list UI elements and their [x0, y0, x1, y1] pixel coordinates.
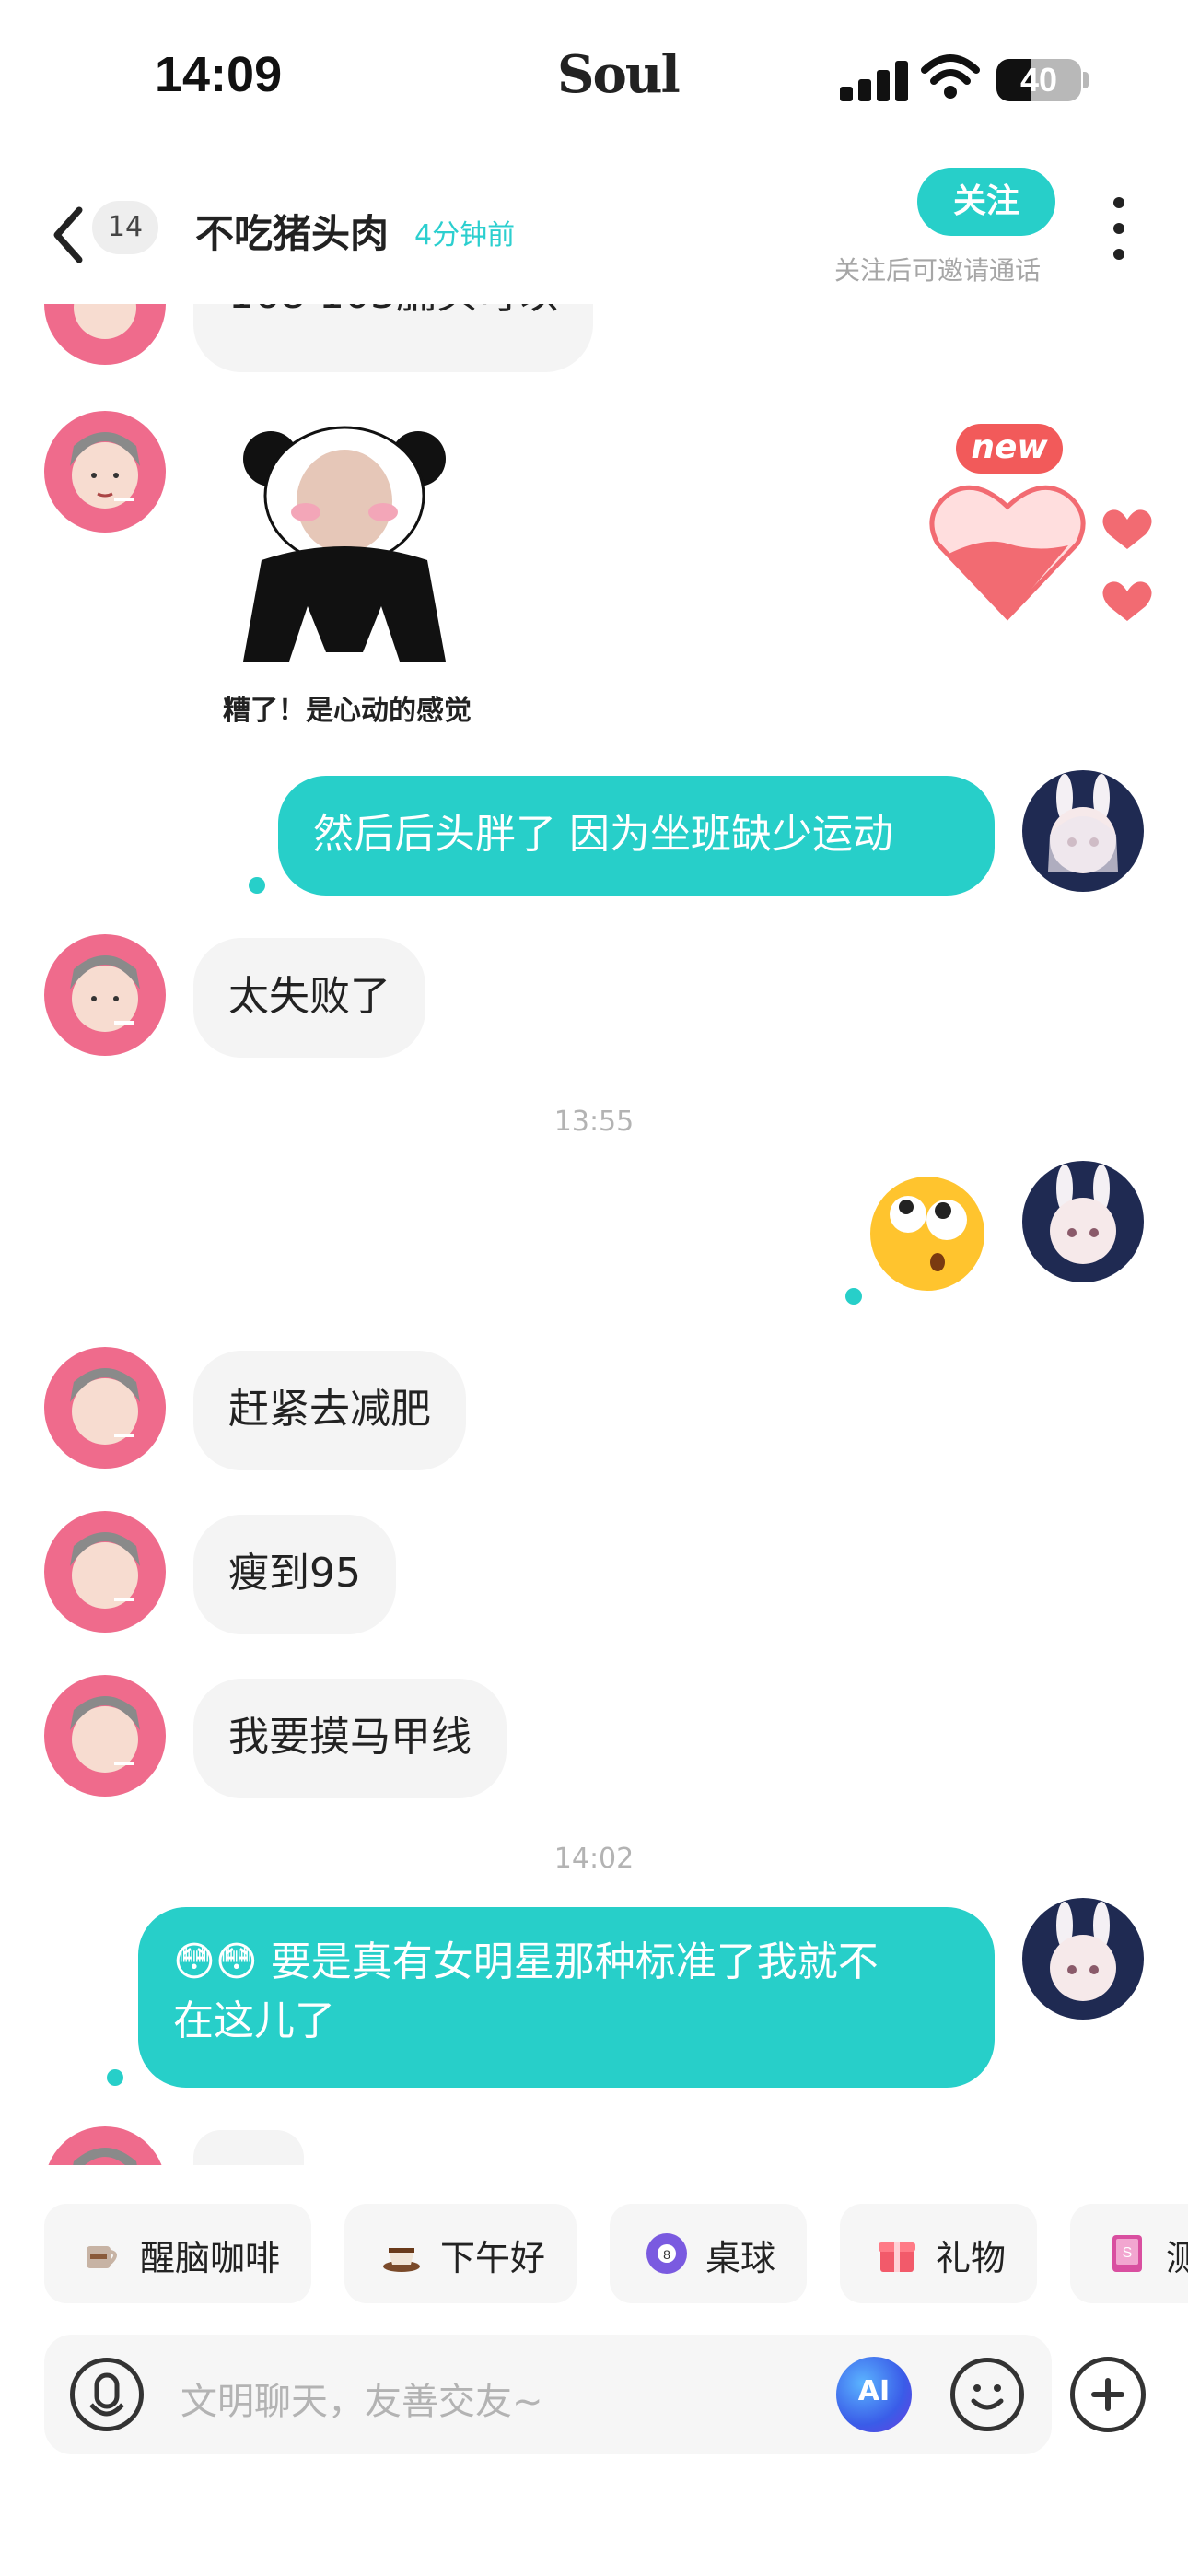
svg-text:S: S: [1123, 2245, 1133, 2261]
quick-reply-chips: 醒脑咖啡 下午好 8 桌球 礼物 S 测: [0, 2204, 1188, 2307]
more-actions-plus-button[interactable]: [1070, 2357, 1146, 2432]
coffee-icon: [87, 2246, 117, 2268]
timestamp-divider: 14:02: [553, 1843, 635, 1875]
message-text: 赶紧去减肥: [228, 1386, 431, 1433]
battery-tip: [1083, 72, 1089, 88]
voice-input-button[interactable]: [70, 2358, 144, 2431]
chip-gift[interactable]: 礼物: [840, 2204, 1037, 2303]
peer-name[interactable]: 不吃猪头肉: [195, 203, 389, 259]
chip-label: 下午好: [440, 2238, 546, 2278]
message-bubble-incoming[interactable]: [193, 2130, 304, 2165]
message-input[interactable]: 文明聊天，友善交友~: [181, 2371, 543, 2425]
peer-avatar[interactable]: [44, 304, 166, 365]
self-avatar[interactable]: [1022, 770, 1144, 892]
message-status-dot: [249, 877, 265, 894]
follow-hint: 关注后可邀请通话: [834, 255, 1042, 286]
peer-avatar[interactable]: [44, 1511, 166, 1633]
follow-button[interactable]: 关注: [917, 168, 1055, 236]
back-button[interactable]: [46, 203, 92, 267]
message-bubble-outgoing[interactable]: 😳😳 要是真有女明星那种标准了我就不 在这儿了: [138, 1907, 995, 2088]
message-text: 我要摸马甲线: [228, 1714, 472, 1761]
gift-icon: [879, 2242, 915, 2272]
unread-count-badge: 14: [92, 201, 158, 254]
chip-billiards[interactable]: 8 桌球: [610, 2204, 807, 2303]
chip-label: 桌球: [705, 2238, 776, 2278]
heart-icon: [929, 486, 1152, 621]
message-bubble-outgoing[interactable]: 然后后头胖了 因为坐班缺少运动: [278, 776, 995, 896]
heartbeat-widget[interactable]: new: [928, 424, 1159, 626]
peer-avatar[interactable]: [44, 1675, 166, 1797]
chip-label: 醒脑咖啡: [140, 2238, 281, 2278]
message-input-bar: 文明聊天，友善交友~ AI: [44, 2335, 1052, 2454]
smiley-icon: [971, 2384, 1004, 2410]
message-text: 168 103脯头可以: [228, 304, 558, 318]
status-time: 14:09: [155, 47, 283, 102]
self-avatar[interactable]: [1022, 1898, 1144, 2020]
sticker-image[interactable]: 糟了！是心动的感觉: [197, 422, 492, 727]
ai-label: AI: [857, 2375, 891, 2407]
book-icon: S: [1112, 2235, 1142, 2272]
peer-avatar[interactable]: [44, 411, 166, 533]
peer-avatar[interactable]: [44, 2126, 166, 2165]
emoji-button[interactable]: [950, 2358, 1024, 2431]
battery-percent: 40: [1019, 61, 1058, 99]
svg-text:8: 8: [663, 2247, 670, 2262]
chip-afternoon[interactable]: 下午好: [344, 2204, 577, 2303]
rolling-eyes-emoji-icon[interactable]: [868, 1174, 987, 1294]
new-badge: new: [956, 424, 1063, 474]
cellular-signal-icon: [840, 59, 908, 101]
panda-sticker-icon: [243, 426, 446, 662]
chip-label: 测: [1166, 2238, 1188, 2278]
timestamp-divider: 13:55: [553, 1106, 635, 1138]
message-text: 太失败了: [228, 973, 390, 1020]
chip-coffee[interactable]: 醒脑咖啡: [44, 2204, 311, 2303]
message-bubble-incoming[interactable]: 我要摸马甲线: [193, 1679, 507, 1798]
peer-avatar[interactable]: [44, 934, 166, 1056]
message-bubble-incoming[interactable]: 瘦到95: [193, 1515, 396, 1634]
message-status-dot: [845, 1288, 862, 1305]
ai-assistant-button[interactable]: AI: [836, 2357, 912, 2432]
message-text-line: 😳😳 要是真有女明星那种标准了我就不: [173, 1938, 879, 1985]
chat-header: 14 不吃猪头肉 4分钟前 关注 关注后可邀请通话: [0, 157, 1188, 304]
message-bubble-incoming[interactable]: 太失败了: [193, 938, 425, 1058]
microphone-icon: [89, 2372, 124, 2417]
peer-avatar[interactable]: [44, 1347, 166, 1469]
peer-last-active: 4分钟前: [414, 219, 516, 252]
message-text: 然后后头胖了 因为坐班缺少运动: [313, 811, 893, 858]
sticker-caption: 糟了！是心动的感觉: [223, 695, 472, 727]
message-list[interactable]: 168 103脯头可以 糟了！是心动的感觉 new 然后后头胖了 因为坐班: [0, 304, 1188, 2165]
message-status-dot: [107, 2069, 123, 2086]
message-bubble-incoming[interactable]: 168 103脯头可以: [193, 304, 593, 372]
status-bar: 14:09 Soul 40: [0, 0, 1188, 157]
tea-icon: [383, 2248, 420, 2272]
chip-test[interactable]: S 测: [1070, 2204, 1188, 2303]
wifi-icon: [921, 54, 980, 99]
more-options-button[interactable]: [1107, 197, 1131, 262]
battery-icon: 40: [996, 59, 1081, 101]
self-avatar[interactable]: [1022, 1161, 1144, 1282]
chip-label: 礼物: [936, 2238, 1007, 2278]
status-app-name: Soul: [557, 44, 681, 105]
message-bubble-incoming[interactable]: 赶紧去减肥: [193, 1351, 466, 1470]
message-text: 瘦到95: [228, 1550, 361, 1597]
billiard-ball-icon: 8: [646, 2233, 687, 2274]
message-text-line: 在这儿了: [173, 1997, 335, 2044]
